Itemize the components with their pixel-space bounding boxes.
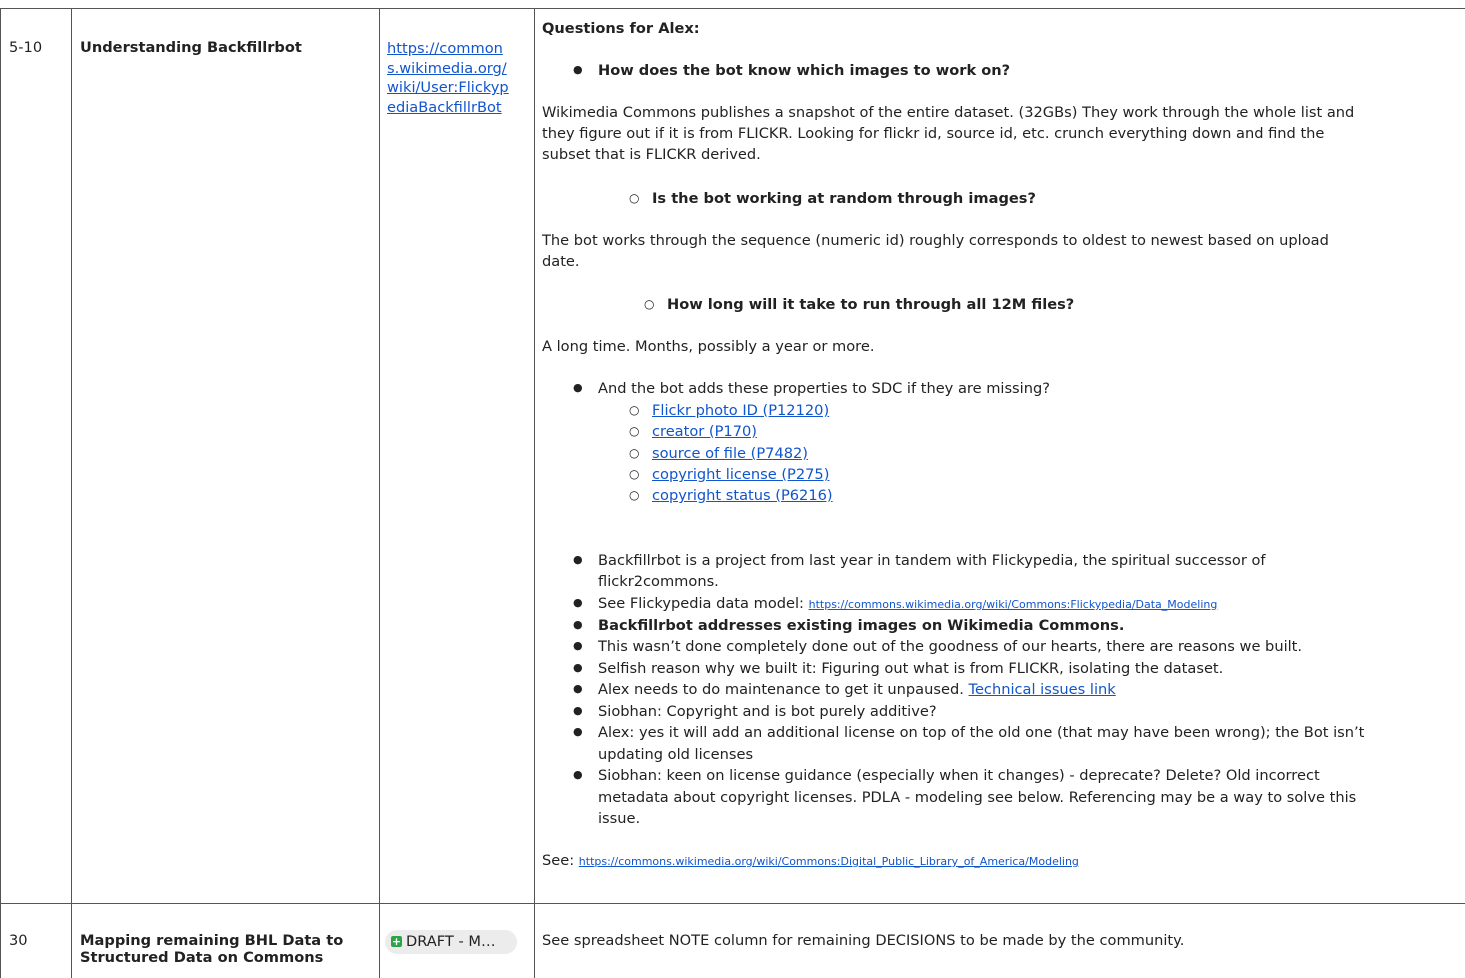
property-item[interactable]: copyright status (P6216) xyxy=(629,487,833,505)
list-item: Siobhan: keen on license guidance (espec… xyxy=(573,767,1320,785)
answer-line: A long time. Months, possibly a year or … xyxy=(542,338,875,355)
property-item[interactable]: Flickr photo ID (P12120) xyxy=(629,402,829,420)
answer-line: Wikimedia Commons publishes a snapshot o… xyxy=(542,104,1355,121)
list-item-continuation: updating old licenses xyxy=(598,746,754,763)
resource-link-line[interactable]: wiki/User:Flickyp xyxy=(387,79,509,96)
table-top-border xyxy=(0,8,1465,9)
column-divider xyxy=(0,8,1,978)
resource-link-line[interactable]: s.wikimedia.org/ xyxy=(387,60,507,77)
notes-heading: Questions for Alex: xyxy=(542,20,700,37)
see-also-line: See: https://commons.wikimedia.org/wiki/… xyxy=(542,852,1079,870)
list-item: And the bot adds these properties to SDC… xyxy=(573,380,1050,398)
resource-link-line[interactable]: ediaBackfillrBot xyxy=(387,99,502,116)
row-divider xyxy=(0,903,1465,904)
answer-line: The bot works through the sequence (nume… xyxy=(542,232,1329,249)
see-label: See: xyxy=(542,852,579,869)
list-item: See Flickypedia data model: https://comm… xyxy=(573,595,1218,613)
duration-cell: 5-10 xyxy=(9,39,43,56)
answer-line: they figure out if it is from FLICKR. Lo… xyxy=(542,125,1325,142)
topic-cell: Mapping remaining BHL Data to Structured… xyxy=(80,932,343,966)
property-link[interactable]: copyright license (P275) xyxy=(652,466,829,483)
list-item-continuation: issue. xyxy=(598,810,641,827)
dpla-modeling-link[interactable]: https://commons.wikimedia.org/wiki/Commo… xyxy=(579,855,1079,868)
duration-cell: 30 xyxy=(9,932,28,949)
property-link[interactable]: creator (P170) xyxy=(652,423,757,440)
list-item-continuation: metadata about copyright licenses. PDLA … xyxy=(598,789,1357,806)
list-item: Backfillrbot is a project from last year… xyxy=(573,552,1266,570)
column-divider xyxy=(71,8,72,978)
list-item: Selfish reason why we built it: Figuring… xyxy=(573,660,1223,678)
answer-line: date. xyxy=(542,253,580,270)
question-item: How long will it take to run through all… xyxy=(644,296,1074,314)
column-divider xyxy=(534,8,535,978)
list-item: Siobhan: Copyright and is bot purely add… xyxy=(573,703,937,721)
property-item[interactable]: copyright license (P275) xyxy=(629,466,829,484)
file-chip-label: DRAFT - M… xyxy=(406,933,496,950)
notes-cell: See spreadsheet NOTE column for remainin… xyxy=(542,932,1185,949)
property-link[interactable]: source of file (P7482) xyxy=(652,445,808,462)
list-item: Alex: yes it will add an additional lice… xyxy=(573,724,1364,742)
column-divider xyxy=(379,8,380,978)
answer-line: subset that is FLICKR derived. xyxy=(542,146,761,163)
question-item: Is the bot working at random through ima… xyxy=(629,190,1036,208)
property-link[interactable]: Flickr photo ID (P12120) xyxy=(652,402,829,419)
list-item: Alex needs to do maintenance to get it u… xyxy=(573,681,1116,699)
topic-cell: Understanding Backfillrbot xyxy=(80,39,302,56)
property-item[interactable]: source of file (P7482) xyxy=(629,445,808,463)
question-item: How does the bot know which images to wo… xyxy=(573,62,1010,80)
list-item: Backfillrbot addresses existing images o… xyxy=(573,617,1124,635)
property-item[interactable]: creator (P170) xyxy=(629,423,757,441)
topic-line: Mapping remaining BHL Data to xyxy=(80,932,344,949)
technical-issues-link[interactable]: Technical issues link xyxy=(969,681,1116,698)
resource-link[interactable]: https://common s.wikimedia.org/ wiki/Use… xyxy=(387,39,509,117)
list-item-text: See Flickypedia data model: xyxy=(598,595,809,612)
resource-link-line[interactable]: https://common xyxy=(387,40,503,57)
file-chip[interactable]: + DRAFT - M… xyxy=(385,930,517,954)
flickypedia-model-link[interactable]: https://commons.wikimedia.org/wiki/Commo… xyxy=(809,598,1218,611)
topic-line: Structured Data on Commons xyxy=(80,949,324,966)
property-link[interactable]: copyright status (P6216) xyxy=(652,487,833,504)
list-item-text: Alex needs to do maintenance to get it u… xyxy=(598,681,969,698)
list-item-continuation: flickr2commons. xyxy=(598,573,719,590)
list-item: This wasn’t done completely done out of … xyxy=(573,638,1302,656)
sheets-icon: + xyxy=(391,935,402,948)
